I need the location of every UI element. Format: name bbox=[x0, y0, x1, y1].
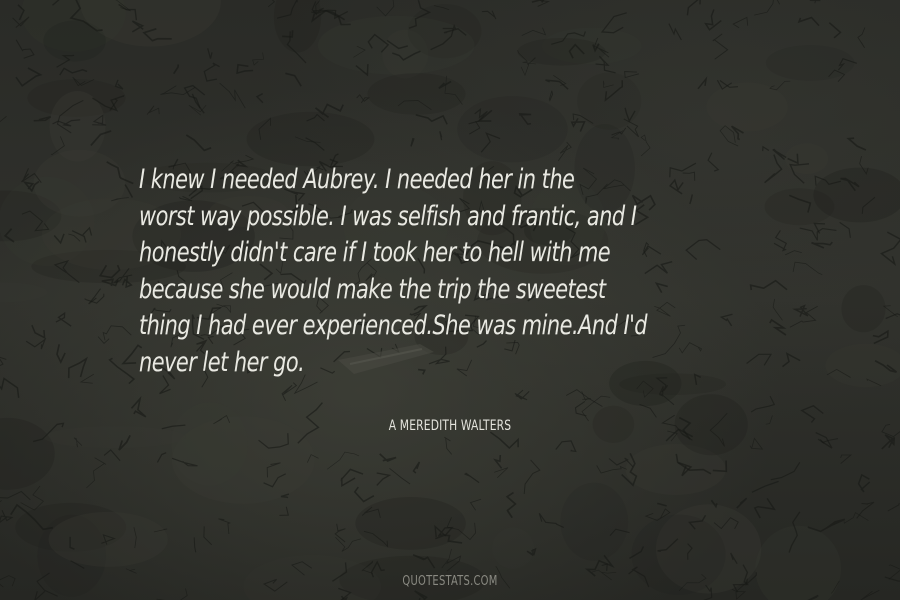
quote-text: I knew I needed Aubrey. I needed her in … bbox=[139, 162, 689, 381]
quote-line: never let her go. bbox=[139, 346, 305, 378]
quote-line: honestly didn't care if I took her to he… bbox=[139, 237, 611, 268]
quote-line: worst way possible. I was selfish and fr… bbox=[139, 200, 637, 232]
quote-line: because she would make the trip the swee… bbox=[139, 273, 606, 305]
quote-line: thing I had ever experienced.She was min… bbox=[139, 310, 648, 341]
quote-line: I knew I needed Aubrey. I needed her in … bbox=[139, 164, 575, 195]
site-watermark: QUOTESTATS.COM bbox=[402, 574, 498, 589]
quote-author: A MEREDITH WALTERS bbox=[388, 418, 512, 434]
